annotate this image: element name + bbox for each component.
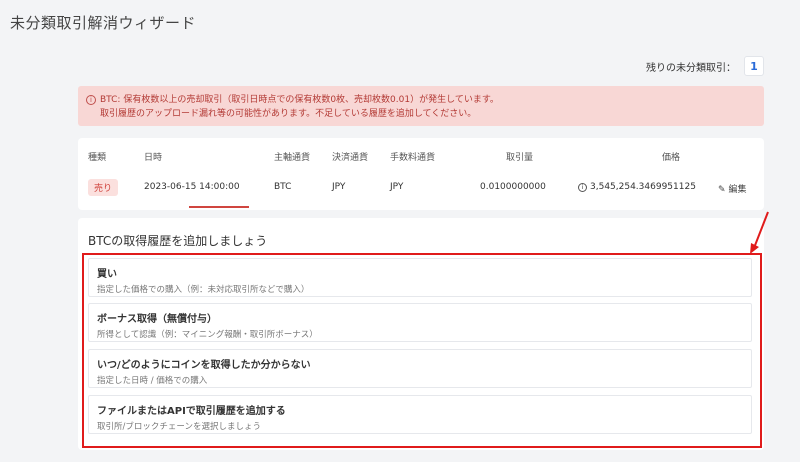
transaction-table: 種類 日時 主軸通貨 決済通貨 手数料通貨 取引量 価格 売り 2023-06-…	[78, 138, 764, 210]
price-info-icon[interactable]: i	[578, 183, 587, 192]
col-fee-currency: 手数料通貨	[390, 153, 436, 163]
edit-button[interactable]: ✎ 編集	[718, 182, 747, 195]
col-type: 種類	[88, 153, 107, 163]
remaining-count-badge: 1	[744, 56, 764, 76]
col-price: 価格	[662, 153, 681, 163]
col-main-currency: 主軸通貨	[274, 153, 311, 163]
col-amount: 取引量	[506, 153, 534, 163]
alert-line-1: BTC: 保有枚数以上の売却取引（取引日時点での保有枚数0枚、売却枚数0.01）…	[100, 95, 499, 105]
cell-price: i 3,545,254.3469951125	[578, 182, 696, 192]
cell-amount: 0.0100000000	[480, 182, 546, 192]
cell-datetime: 2023-06-15 14:00:00	[144, 182, 240, 192]
annotation-highlight-frame	[82, 253, 762, 448]
edit-label: 編集	[728, 185, 747, 195]
cell-fee-currency: JPY	[390, 182, 404, 192]
col-datetime: 日時	[144, 153, 163, 163]
annotation-arrow-icon	[750, 211, 769, 254]
remaining-label: 残りの未分類取引：	[646, 62, 736, 74]
cell-main-currency[interactable]: BTC	[274, 182, 291, 192]
page-title: 未分類取引解消ウィザード	[10, 14, 197, 32]
type-badge-sell: 売り	[88, 179, 119, 196]
price-value: 3,545,254.3469951125	[590, 182, 696, 192]
edit-icon: ✎	[718, 185, 726, 195]
btc-highlight-underline	[189, 206, 249, 208]
remaining-unclassified: 残りの未分類取引： 1	[646, 56, 764, 76]
info-icon: i	[86, 95, 96, 105]
warning-alert: i BTC: 保有枚数以上の売却取引（取引日時点での保有枚数0枚、売却枚数0.01…	[78, 86, 764, 126]
alert-line-2: 取引履歴のアップロード漏れ等の可能性があります。不足している履歴を追加してくださ…	[100, 109, 477, 119]
add-history-title: BTCの取得履歴を追加しましょう	[88, 234, 268, 248]
col-settlement-currency: 決済通貨	[332, 153, 369, 163]
cell-settlement-currency: JPY	[332, 182, 346, 192]
